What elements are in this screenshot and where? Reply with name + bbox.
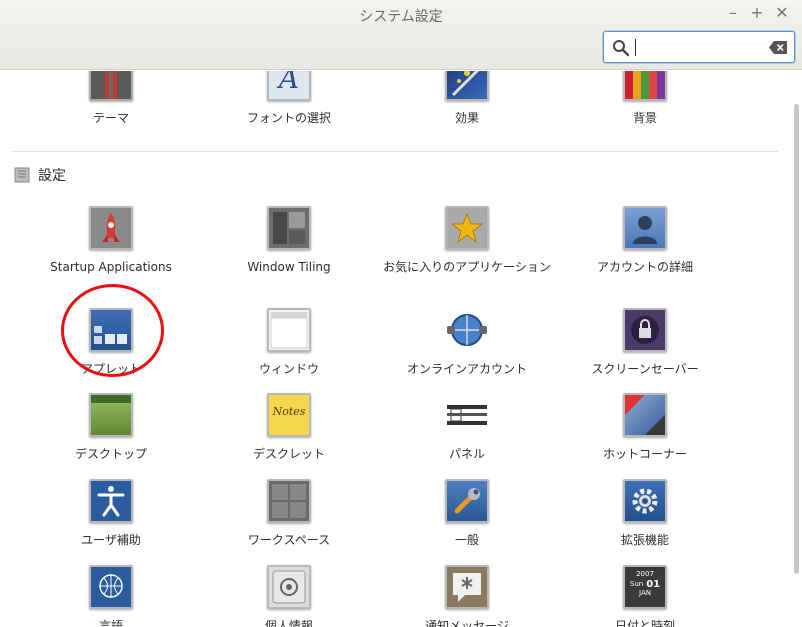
item-online-accounts[interactable]: オンラインアカウント <box>378 308 556 377</box>
window-title: システム設定 <box>359 9 443 25</box>
close-button[interactable]: ✕ <box>773 4 791 22</box>
item-favorite-apps[interactable]: お気に入りのアプリケーション <box>378 206 556 275</box>
language-globe-icon <box>89 565 133 609</box>
top-item-effects[interactable]: 効果 <box>378 71 556 126</box>
top-item-fonts[interactable]: A フォントの選択 <box>200 71 378 126</box>
screensaver-lock-icon <box>623 308 667 352</box>
item-label: デスクトップ <box>74 447 147 461</box>
general-wrench-icon <box>445 479 489 523</box>
item-label: 言語 <box>98 619 123 627</box>
top-item-label: テーマ <box>92 111 129 125</box>
workspaces-icon <box>267 479 311 523</box>
item-label: スクリーンセーバー <box>591 362 699 376</box>
minimize-button[interactable]: – <box>724 4 742 22</box>
hot-corner-icon <box>623 393 667 437</box>
item-label: お気に入りのアプリケーション <box>383 260 551 274</box>
item-general[interactable]: 一般 <box>378 479 556 548</box>
calendar-year: 2007 <box>636 570 654 578</box>
item-desktop[interactable]: デスクトップ <box>22 393 200 462</box>
extensions-gear-icon <box>623 479 667 523</box>
item-label: オンラインアカウント <box>406 362 527 376</box>
theme-icon <box>89 71 133 101</box>
item-hot-corners[interactable]: ホットコーナー <box>556 393 734 462</box>
item-label: アプレット <box>80 362 141 376</box>
item-workspaces[interactable]: ワークスペース <box>200 479 378 548</box>
item-language[interactable]: 言語 <box>22 565 200 627</box>
top-item-background[interactable]: 背景 <box>556 71 734 126</box>
effects-icon <box>445 71 489 101</box>
item-accessibility[interactable]: ユーザ補助 <box>22 479 200 548</box>
item-label: ユーザ補助 <box>81 533 141 547</box>
item-label: デスクレット <box>252 447 325 461</box>
item-window-tiling[interactable]: Window Tiling <box>200 206 378 275</box>
top-item-theme[interactable]: テーマ <box>22 71 200 126</box>
window-tiling-icon <box>267 206 311 250</box>
item-panel[interactable]: パネル <box>378 393 556 462</box>
section-title: 設定 <box>38 168 66 184</box>
calendar-day-name: Sun <box>629 580 644 588</box>
item-label: 通知メッセージ <box>425 619 509 627</box>
background-icon <box>623 71 667 101</box>
item-notifications[interactable]: 通知メッセージ <box>378 565 556 627</box>
item-label: ウィンドウ <box>258 362 319 376</box>
item-label: 拡張機能 <box>620 533 669 547</box>
item-label: Startup Applications <box>50 260 172 274</box>
top-item-label: 背景 <box>632 111 657 125</box>
date-time-icon: 2007 Sun 01 JAN <box>623 565 667 609</box>
settings-section-icon <box>14 167 30 183</box>
online-accounts-icon <box>445 308 489 352</box>
item-label: パネル <box>448 447 485 461</box>
accessibility-icon <box>89 479 133 523</box>
item-label: アカウントの詳細 <box>596 260 693 274</box>
maximize-button[interactable]: + <box>748 4 766 22</box>
text-caret <box>635 39 636 56</box>
desklet-note-icon: Notes <box>267 393 311 437</box>
window-icon <box>267 308 311 352</box>
item-label: Window Tiling <box>247 260 331 274</box>
user-icon <box>623 206 667 250</box>
star-icon <box>445 206 489 250</box>
desktop-icon <box>89 393 133 437</box>
section-header: 設定 <box>14 165 66 185</box>
search-icon <box>613 40 630 57</box>
item-label: 一般 <box>454 533 479 547</box>
item-desklets[interactable]: Notes デスクレット <box>200 393 378 462</box>
item-windows[interactable]: ウィンドウ <box>200 308 378 377</box>
privacy-safe-icon <box>267 565 311 609</box>
calendar-month: JAN <box>639 589 651 597</box>
item-label: ワークスペース <box>247 533 331 547</box>
item-screensaver[interactable]: スクリーンセーバー <box>556 308 734 377</box>
title-bar: システム設定 – + ✕ <box>0 0 802 70</box>
item-privacy[interactable]: 個人情報 <box>200 565 378 627</box>
top-item-label: フォントの選択 <box>246 111 331 125</box>
font-icon: A <box>267 71 311 101</box>
item-startup-applications[interactable]: Startup Applications <box>22 206 200 275</box>
calendar-day: 01 <box>646 579 661 590</box>
section-divider <box>12 151 778 152</box>
item-applets[interactable]: アプレット <box>22 308 200 377</box>
panel-icon <box>445 393 489 437</box>
item-date-time[interactable]: 2007 Sun 01 JAN 日付と時刻 <box>556 565 734 627</box>
item-label: 日付と時刻 <box>614 619 675 627</box>
startup-rocket-icon <box>89 206 133 250</box>
vertical-scrollbar[interactable] <box>794 104 799 574</box>
item-extensions[interactable]: 拡張機能 <box>556 479 734 548</box>
settings-content: テーマ A フォントの選択 効果 背景 設定 Startup Applicati… <box>0 71 802 627</box>
top-item-label: 効果 <box>454 111 479 125</box>
item-label: 個人情報 <box>264 619 313 627</box>
item-label: ホットコーナー <box>602 447 687 461</box>
item-account-details[interactable]: アカウントの詳細 <box>556 206 734 275</box>
search-input[interactable] <box>603 31 795 63</box>
clear-icon[interactable] <box>769 41 787 54</box>
notifications-icon <box>445 565 489 609</box>
applets-icon <box>89 308 133 352</box>
